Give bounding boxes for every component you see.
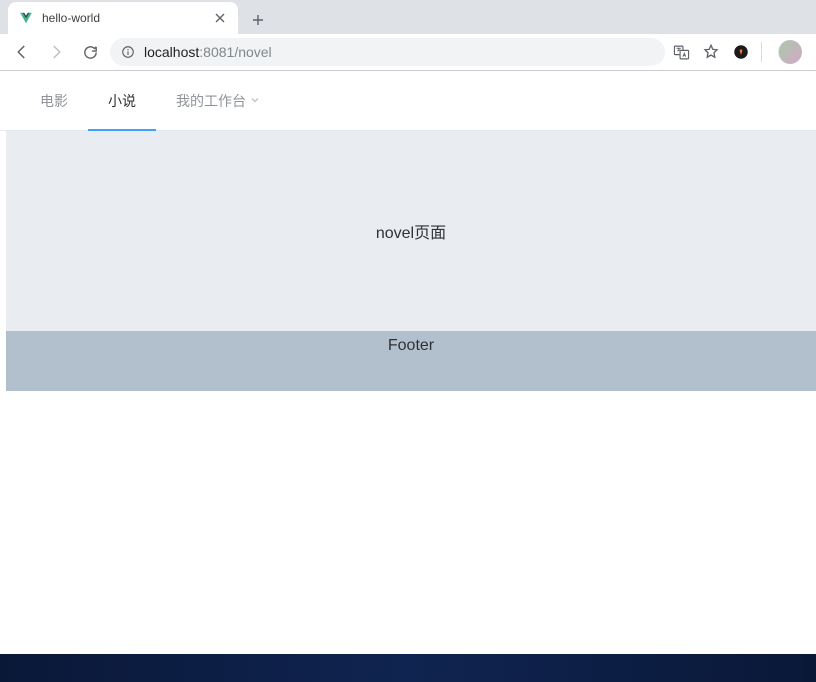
reload-button[interactable] xyxy=(76,38,104,66)
main-text: novel页面 xyxy=(376,219,446,243)
extension-icon[interactable] xyxy=(731,42,751,62)
browser-tab[interactable]: hello-world xyxy=(8,2,238,34)
toolbar-divider xyxy=(761,42,762,62)
os-taskbar xyxy=(0,654,816,682)
address-bar[interactable]: localhost:8081/novel xyxy=(110,38,665,66)
url-host: localhost xyxy=(144,44,199,60)
tab-bar: hello-world xyxy=(0,0,816,34)
nav-item-workspace[interactable]: 我的工作台 xyxy=(156,71,280,131)
nav-item-movie[interactable]: 电影 xyxy=(20,71,88,131)
footer: Footer xyxy=(6,331,816,391)
url-path: /novel xyxy=(234,44,271,60)
main-content: novel页面 xyxy=(6,131,816,331)
forward-button[interactable] xyxy=(42,38,70,66)
nav-tabs: 电影 小说 我的工作台 xyxy=(0,71,816,131)
nav-label: 小说 xyxy=(108,91,136,111)
back-button[interactable] xyxy=(8,38,36,66)
url-text: localhost:8081/novel xyxy=(144,44,272,60)
site-info-icon[interactable] xyxy=(120,44,136,60)
url-port: :8081 xyxy=(199,44,234,60)
footer-text: Footer xyxy=(388,337,434,355)
browser-toolbar: localhost:8081/novel xyxy=(0,34,816,70)
close-icon[interactable] xyxy=(212,10,228,26)
nav-label: 我的工作台 xyxy=(176,91,246,111)
chevron-down-icon xyxy=(250,94,260,108)
tab-title: hello-world xyxy=(42,11,204,25)
translate-icon[interactable] xyxy=(671,42,691,62)
browser-chrome: hello-world localhost:8081/novel xyxy=(0,0,816,71)
profile-avatar[interactable] xyxy=(778,40,802,64)
vue-favicon xyxy=(18,10,34,26)
new-tab-button[interactable] xyxy=(244,6,272,34)
nav-label: 电影 xyxy=(40,91,68,111)
page-content: 电影 小说 我的工作台 novel页面 Footer xyxy=(0,71,816,391)
nav-item-novel[interactable]: 小说 xyxy=(88,71,156,131)
bookmark-star-icon[interactable] xyxy=(701,42,721,62)
toolbar-right xyxy=(671,40,808,64)
